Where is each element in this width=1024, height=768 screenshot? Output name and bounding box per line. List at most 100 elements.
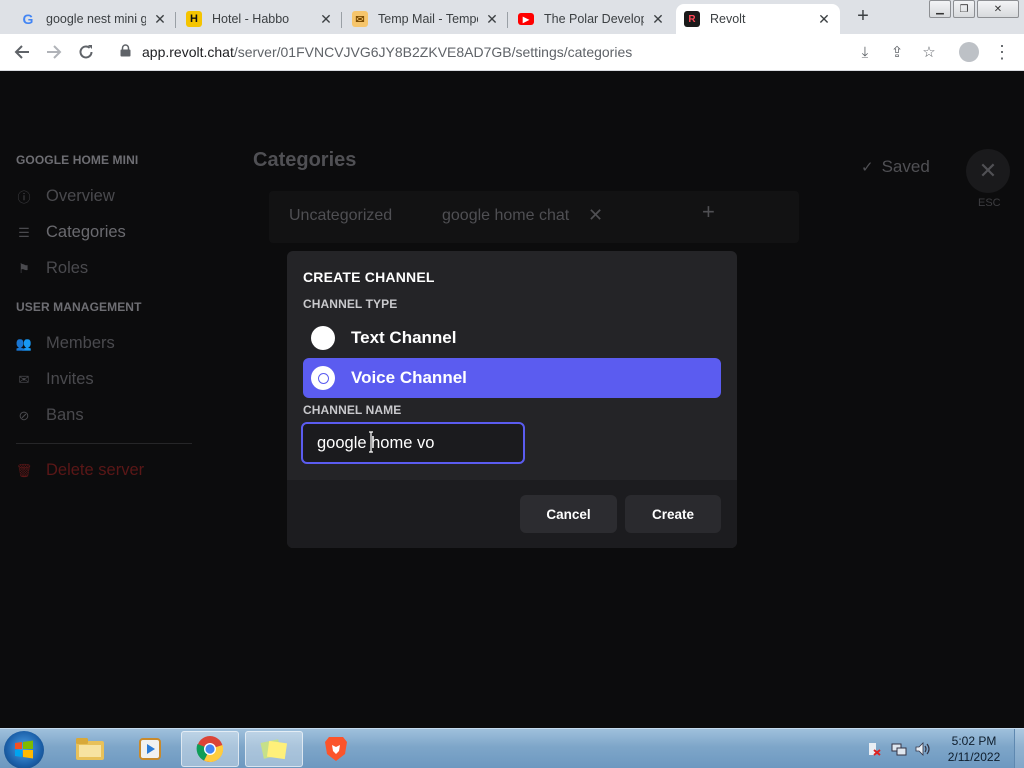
voice-channel-option[interactable]: Voice Channel [303, 358, 721, 398]
more-vert-icon: ⋮ [993, 41, 1011, 62]
check-icon: ✓ [861, 159, 874, 176]
habbo-icon: H [186, 11, 202, 27]
address-bar[interactable]: app.revolt.chat/server/01FVNCVJVG6JY8B2Z… [108, 37, 844, 67]
taskbar-media-player[interactable] [121, 731, 179, 767]
tab-title: The Polar Develope [544, 12, 644, 26]
tab-youtube[interactable]: ▶ The Polar Develope ✕ [510, 4, 674, 34]
sticky-notes-icon [260, 739, 288, 760]
taskbar-explorer[interactable] [61, 731, 119, 767]
tab-title: Temp Mail - Tempo [378, 12, 478, 26]
taskbar: 5:02 PM 2/11/2022 [0, 728, 1024, 768]
category-google-home-chat[interactable]: google home chat [442, 207, 569, 225]
ban-icon: ⊘ [18, 407, 30, 423]
sidebar-item-overview[interactable]: ⓘ Overview [16, 187, 115, 206]
tab-google[interactable]: G google nest mini g ✕ [12, 4, 176, 34]
cancel-button[interactable]: Cancel [520, 495, 617, 533]
sidebar-item-label: Members [46, 334, 115, 352]
lock-icon [120, 44, 138, 60]
saved-status: ✓ Saved [861, 157, 930, 177]
saved-label: Saved [881, 157, 930, 176]
reload-icon [79, 45, 93, 59]
sidebar-item-bans[interactable]: ⊘ Bans [16, 406, 84, 425]
start-button[interactable] [4, 731, 44, 768]
text-channel-option[interactable]: Text Channel [303, 318, 721, 358]
option-label: Voice Channel [351, 368, 467, 387]
taskbar-brave[interactable] [307, 731, 365, 767]
trash-icon: 🗑 [15, 462, 33, 478]
sidebar-item-label: Categories [46, 223, 126, 241]
browser-toolbar: app.revolt.chat/server/01FVNCVJVG6JY8B2Z… [0, 34, 1024, 71]
share-button[interactable]: ⇪ [885, 40, 909, 64]
close-tab-icon[interactable]: ✕ [650, 11, 666, 27]
info-icon: ⓘ [17, 190, 31, 205]
text-cursor-icon [369, 431, 373, 453]
volume-icon[interactable] [912, 729, 934, 768]
tab-tempmail[interactable]: ✉ Temp Mail - Tempo ✕ [344, 4, 508, 34]
radio-checked-icon [311, 366, 335, 390]
minimize-button[interactable]: ▁ [929, 0, 951, 18]
sidebar-item-label: Bans [46, 406, 84, 424]
close-tab-icon[interactable]: ✕ [318, 11, 334, 27]
youtube-icon: ▶ [518, 13, 534, 25]
brave-icon [325, 737, 347, 761]
option-label: Text Channel [351, 328, 457, 347]
category-uncategorized[interactable]: Uncategorized [289, 207, 392, 225]
flag-icon: ⚑ [18, 260, 30, 276]
group-icon: 👥 [15, 335, 33, 351]
avatar [959, 42, 979, 62]
menu-button[interactable]: ⋮ [990, 40, 1014, 64]
arrow-left-icon [14, 45, 29, 59]
page-title: Categories [253, 149, 357, 171]
browser-tab-strip: G google nest mini g ✕ H Hotel - Habbo ✕… [0, 0, 1024, 34]
close-icon: ✕ [978, 158, 998, 183]
taskbar-sticky-notes[interactable] [245, 731, 303, 767]
maximize-button[interactable]: ❐ [953, 0, 975, 18]
close-tab-icon[interactable]: ✕ [484, 11, 500, 27]
sidebar-item-label: Overview [46, 187, 115, 205]
radio-unchecked-icon [311, 326, 335, 350]
chrome-icon [196, 736, 224, 763]
download-icon: ⤓ [861, 43, 869, 61]
close-window-button[interactable]: ✕ [977, 0, 1019, 18]
esc-label: ESC [978, 197, 1001, 209]
system-clock[interactable]: 5:02 PM 2/11/2022 [936, 733, 1012, 765]
tab-title: Revolt [710, 12, 746, 26]
back-button[interactable] [10, 40, 34, 64]
network-icon[interactable] [888, 729, 910, 768]
sidebar-item-members[interactable]: 👥 Members [16, 334, 115, 353]
modal-title: CREATE CHANNEL [303, 269, 435, 285]
tab-title: Hotel - Habbo [212, 12, 290, 26]
sidebar-item-categories[interactable]: ☰ Categories [16, 223, 126, 242]
media-player-icon [139, 738, 161, 760]
forward-button[interactable] [42, 40, 66, 64]
new-tab-button[interactable]: + [853, 5, 873, 27]
close-tab-icon[interactable]: ✕ [152, 11, 168, 27]
sidebar-item-roles[interactable]: ⚑ Roles [16, 259, 88, 278]
reload-button[interactable] [74, 40, 98, 64]
list-icon: ☰ [18, 224, 30, 240]
close-settings-button[interactable]: ✕ [966, 149, 1010, 193]
tab-habbo[interactable]: H Hotel - Habbo ✕ [178, 4, 342, 34]
tab-revolt[interactable]: R Revolt ✕ [676, 4, 840, 34]
channel-name-input[interactable] [301, 422, 525, 464]
create-button[interactable]: Create [625, 495, 721, 533]
create-channel-modal: CREATE CHANNEL CHANNEL TYPE Text Channel… [287, 251, 737, 548]
profile-button[interactable] [957, 40, 981, 64]
clock-time: 5:02 PM [951, 734, 997, 748]
delete-server-label: Delete server [46, 461, 145, 479]
star-icon: ☆ [922, 44, 936, 61]
delete-server-button[interactable]: 🗑 Delete server [16, 461, 144, 480]
install-app-button[interactable]: ⤓ [853, 40, 877, 64]
delete-category-icon[interactable]: ✕ [588, 205, 603, 226]
action-center-icon[interactable] [864, 729, 884, 768]
add-category-icon[interactable]: + [702, 199, 715, 225]
taskbar-chrome[interactable] [181, 731, 239, 767]
close-tab-icon[interactable]: ✕ [816, 11, 832, 27]
bookmark-button[interactable]: ☆ [917, 40, 941, 64]
revolt-icon: R [684, 11, 700, 27]
arrow-right-icon [47, 45, 62, 59]
sidebar-item-invites[interactable]: ✉ Invites [16, 370, 94, 389]
show-desktop-button[interactable] [1014, 729, 1024, 768]
clock-date: 2/11/2022 [947, 750, 1001, 764]
user-management-heading: USER MANAGEMENT [16, 300, 142, 314]
